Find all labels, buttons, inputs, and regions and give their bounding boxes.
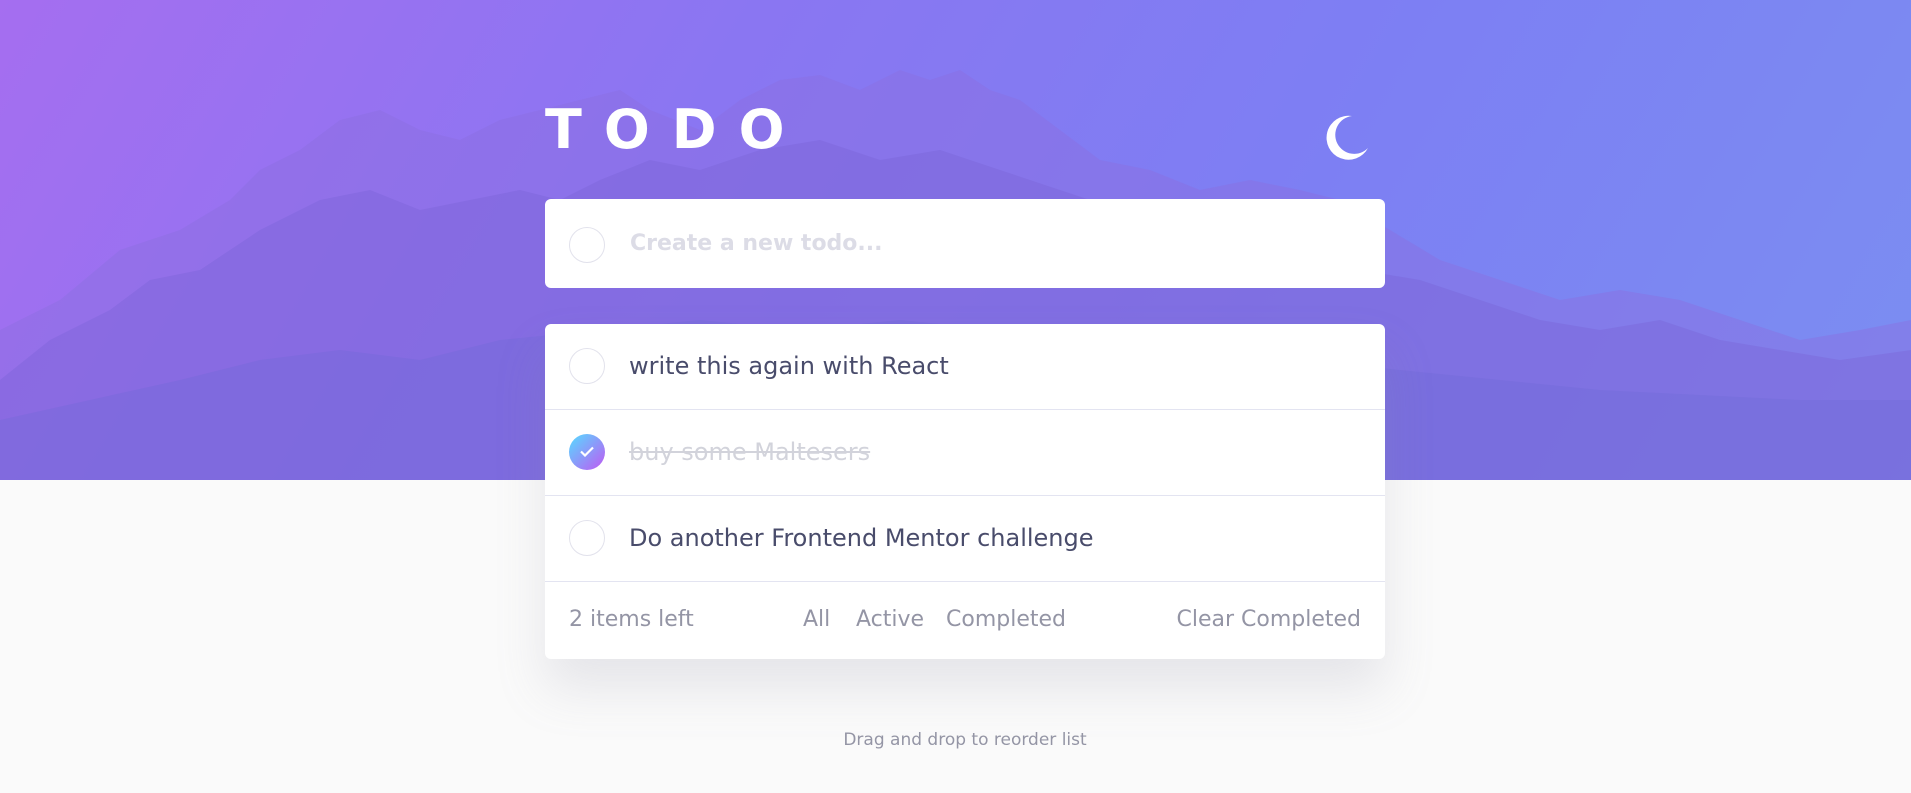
filter-completed[interactable]: Completed: [946, 606, 1066, 634]
clear-completed-button[interactable]: Clear Completed: [1176, 606, 1361, 634]
new-todo-check-circle[interactable]: [569, 227, 605, 263]
filter-active[interactable]: Active: [856, 606, 924, 634]
todo-text: write this again with React: [629, 352, 949, 380]
items-left-count: 2 items left: [569, 607, 694, 632]
todo-checkbox[interactable]: [569, 348, 605, 384]
todo-checkbox[interactable]: [569, 520, 605, 556]
moon-icon: [1326, 115, 1368, 160]
new-todo-card: [545, 199, 1385, 288]
new-todo-input[interactable]: [630, 221, 1350, 265]
todo-list: write this again with React buy some Mal…: [545, 324, 1385, 659]
todo-item[interactable]: write this again with React: [545, 324, 1385, 410]
todo-text: Do another Frontend Mentor challenge: [629, 524, 1094, 552]
drag-hint: Drag and drop to reorder list: [843, 730, 1087, 750]
filter-all[interactable]: All: [803, 606, 830, 634]
todo-footer: 2 items left All Active Completed Clear …: [545, 582, 1385, 659]
todo-item[interactable]: Do another Frontend Mentor challenge: [545, 496, 1385, 582]
check-icon: [580, 446, 594, 457]
app-title: TODO: [545, 98, 807, 161]
todo-text: buy some Maltesers: [629, 438, 871, 466]
todo-item[interactable]: buy some Maltesers: [545, 410, 1385, 496]
todo-checkbox-checked[interactable]: [569, 434, 605, 470]
theme-toggle-button[interactable]: [1326, 114, 1370, 160]
